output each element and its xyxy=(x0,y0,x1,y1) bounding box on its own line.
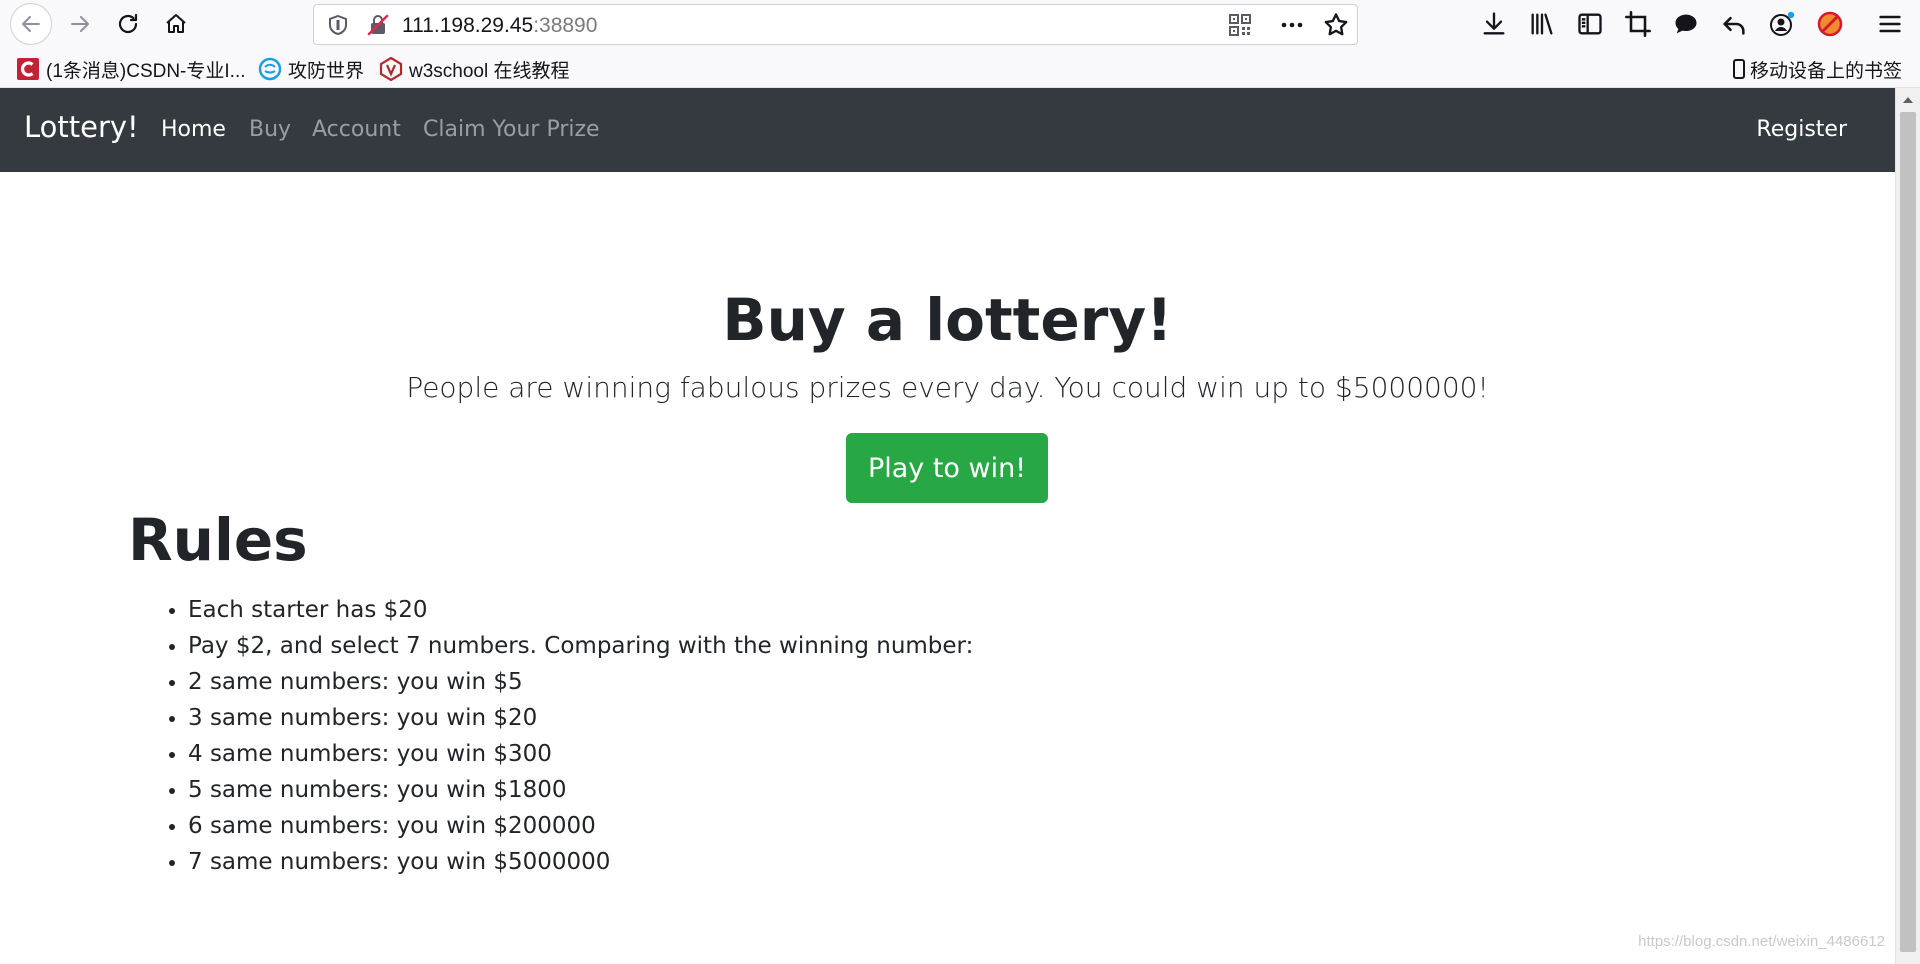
bookmark-csdn[interactable]: (1条消息)CSDN-专业I... xyxy=(16,56,246,82)
home-icon xyxy=(166,14,186,33)
rule-item: 2 same numbers: you win $5 xyxy=(188,664,973,700)
rules-list: Each starter has $20 Pay $2, and select … xyxy=(188,592,973,880)
qr-code-icon[interactable] xyxy=(1228,13,1252,37)
bookmark-star-icon[interactable] xyxy=(1322,11,1350,39)
account-icon xyxy=(1770,11,1795,36)
rule-item: 5 same numbers: you win $1800 xyxy=(188,772,973,808)
download-icon xyxy=(1483,12,1505,35)
page-scrollbar[interactable] xyxy=(1895,88,1920,964)
menu-button[interactable] xyxy=(1876,10,1904,38)
mobile-bookmarks-label: 移动设备上的书签 xyxy=(1749,60,1902,82)
arrow-right-icon xyxy=(71,16,89,32)
navbar-brand[interactable]: Lottery! xyxy=(24,110,139,144)
rule-item: 3 same numbers: you win $20 xyxy=(188,700,973,736)
rule-item: Pay $2, and select 7 numbers. Comparing … xyxy=(188,628,973,664)
block-extension-icon xyxy=(1817,11,1843,37)
account-button[interactable] xyxy=(1768,10,1796,38)
sidebar-icon xyxy=(1578,13,1602,35)
download-button[interactable] xyxy=(1480,10,1508,38)
nav-buy[interactable]: Buy xyxy=(249,117,291,142)
rules-heading: Rules xyxy=(128,506,308,574)
rule-item: 7 same numbers: you win $5000000 xyxy=(188,844,973,880)
nav-claim-prize[interactable]: Claim Your Prize xyxy=(423,117,600,142)
nav-account[interactable]: Account xyxy=(312,117,401,142)
url-host: 111.198.29.45 xyxy=(402,14,534,37)
chat-button[interactable] xyxy=(1672,10,1700,38)
mobile-bookmarks[interactable]: 移动设备上的书签 xyxy=(1731,56,1902,82)
bookmark-adworld[interactable]: 攻防世界 xyxy=(258,56,364,82)
undo-close-button[interactable] xyxy=(1720,10,1748,38)
bookmark-label: 攻防世界 xyxy=(288,60,365,82)
rule-item: Each starter has $20 xyxy=(188,592,973,628)
undo-icon xyxy=(1723,16,1745,35)
url-text[interactable]: 111.198.29.45:38890 xyxy=(402,14,597,38)
library-icon xyxy=(1531,13,1553,35)
hamburger-menu-icon xyxy=(1879,15,1901,33)
url-port: :38890 xyxy=(533,14,598,37)
reload-icon xyxy=(118,13,138,34)
chat-bubble-icon xyxy=(1675,14,1697,34)
csdn-icon xyxy=(17,58,39,80)
forward-button[interactable] xyxy=(62,6,98,42)
page-viewport: Lottery! Home Buy Account Claim Your Pri… xyxy=(0,88,1895,964)
lead-text: People are winning fabulous prizes every… xyxy=(406,371,1489,404)
bookmarks-toolbar: (1条消息)CSDN-专业I... 攻防世界 w3school 在线教程 移动设… xyxy=(0,48,1920,88)
nav-home[interactable]: Home xyxy=(161,117,226,142)
home-button[interactable] xyxy=(158,6,194,42)
bookmark-label: (1条消息)CSDN-专业I... xyxy=(46,60,246,82)
rule-item: 6 same numbers: you win $200000 xyxy=(188,808,973,844)
insecure-lock-icon[interactable] xyxy=(366,13,390,37)
sidebar-button[interactable] xyxy=(1576,10,1604,38)
adworld-icon xyxy=(258,57,282,81)
crop-icon xyxy=(1625,11,1651,37)
browser-toolbar: 111.198.29.45:38890 xyxy=(0,0,1920,48)
scrollbar-thumb[interactable] xyxy=(1900,112,1916,952)
site-navbar: Lottery! Home Buy Account Claim Your Pri… xyxy=(0,88,1895,172)
nav-register[interactable]: Register xyxy=(1756,117,1847,142)
extension-button[interactable] xyxy=(1816,10,1844,38)
bookmark-w3school[interactable]: w3school 在线教程 xyxy=(379,56,570,82)
bookmark-label: w3school 在线教程 xyxy=(409,60,570,82)
more-actions-icon[interactable] xyxy=(1278,11,1306,39)
page-title: Buy a lottery! xyxy=(722,286,1173,354)
url-bar[interactable]: 111.198.29.45:38890 xyxy=(313,4,1358,45)
mobile-device-icon xyxy=(1732,59,1745,79)
reload-button[interactable] xyxy=(110,6,146,42)
play-to-win-button[interactable]: Play to win! xyxy=(846,433,1048,503)
back-button[interactable] xyxy=(10,3,52,45)
library-button[interactable] xyxy=(1528,10,1556,38)
w3school-icon xyxy=(379,57,403,81)
scroll-up-arrow-icon[interactable] xyxy=(1902,94,1914,106)
watermark: https://blog.csdn.net/weixin_4486612 xyxy=(1638,933,1885,950)
shield-icon[interactable] xyxy=(326,13,350,37)
rule-item: 4 same numbers: you win $300 xyxy=(188,736,973,772)
arrow-left-icon xyxy=(22,16,40,32)
screenshot-button[interactable] xyxy=(1624,10,1652,38)
